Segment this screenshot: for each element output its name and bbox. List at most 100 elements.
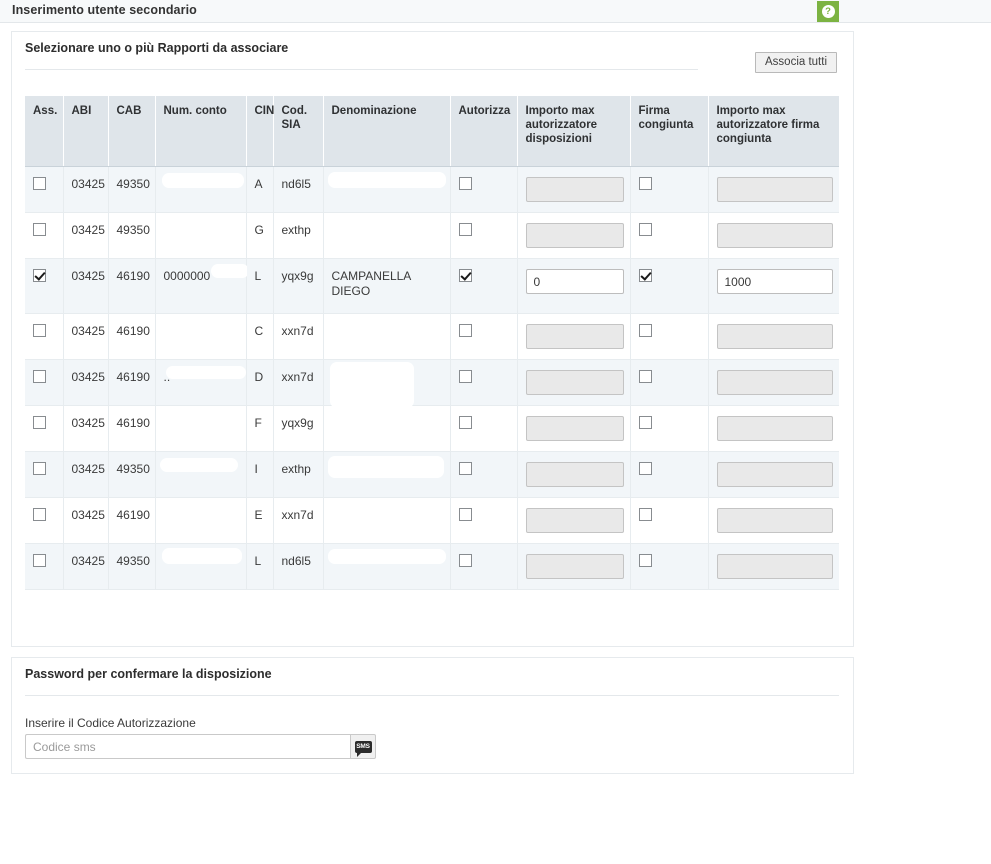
importo-max-input[interactable] xyxy=(525,508,624,533)
associa-checkbox[interactable] xyxy=(33,416,46,429)
cell-importo-max-firma xyxy=(708,359,839,406)
password-panel: Password per confermare la disposizione … xyxy=(11,657,854,774)
importo-max-input[interactable] xyxy=(525,324,624,349)
associa-checkbox[interactable] xyxy=(33,462,46,475)
column-header-autorizza: Autorizza xyxy=(450,96,518,167)
associa-tutti-button[interactable]: Associa tutti xyxy=(755,52,837,73)
cell-ass xyxy=(25,258,64,314)
cell-abi: 03425 xyxy=(63,212,109,259)
rapporti-panel: Selezionare uno o più Rapporti da associ… xyxy=(11,31,854,647)
cell-num-conto xyxy=(155,166,247,213)
cell-ass xyxy=(25,543,64,590)
importo-max-firma-input[interactable] xyxy=(716,269,833,294)
importo-max-firma-input[interactable] xyxy=(716,462,833,487)
cell-importo-max-firma xyxy=(708,212,839,259)
cell-cod-sia: xxn7d xyxy=(273,313,324,360)
help-question-icon[interactable]: ? xyxy=(817,1,839,22)
cell-importo-max xyxy=(517,497,631,544)
autorizza-checkbox[interactable] xyxy=(458,269,472,282)
cell-ass xyxy=(25,313,64,360)
cell-cod-sia: exthp xyxy=(273,212,324,259)
importo-max-input[interactable] xyxy=(525,177,624,202)
associa-checkbox[interactable] xyxy=(33,554,46,567)
cell-denominazione xyxy=(323,543,451,590)
cell-autorizza xyxy=(450,166,518,213)
cell-abi: 03425 xyxy=(63,258,109,314)
firma-congiunta-checkbox[interactable] xyxy=(638,462,652,475)
importo-max-firma-input[interactable] xyxy=(716,508,833,533)
cell-cod-sia: xxn7d xyxy=(273,497,324,544)
importo-max-input[interactable] xyxy=(525,269,624,294)
autorizza-checkbox[interactable] xyxy=(458,462,472,475)
associa-checkbox[interactable] xyxy=(33,269,46,282)
table-row: 03425 46190.. Dxxn7d xyxy=(25,359,839,408)
autorizza-checkbox[interactable] xyxy=(458,223,472,236)
cell-importo-max xyxy=(517,451,631,498)
column-header-importo-max-firma: Importo max autorizzatore firma congiunt… xyxy=(708,96,839,167)
cell-num-conto xyxy=(155,405,247,452)
firma-congiunta-checkbox[interactable] xyxy=(638,370,652,383)
cell-firma-congiunta xyxy=(630,359,709,406)
firma-congiunta-checkbox[interactable] xyxy=(638,177,652,190)
auth-code-input[interactable] xyxy=(25,734,350,759)
autorizza-checkbox[interactable] xyxy=(458,177,472,190)
cell-importo-max xyxy=(517,359,631,406)
cell-abi: 03425 xyxy=(63,359,109,406)
cell-autorizza xyxy=(450,405,518,452)
firma-congiunta-checkbox[interactable] xyxy=(638,554,652,567)
associa-checkbox[interactable] xyxy=(33,223,46,236)
cell-cab: 46190 xyxy=(108,497,156,544)
redaction-overlay xyxy=(210,264,249,278)
firma-congiunta-checkbox[interactable] xyxy=(638,416,652,429)
cell-importo-max xyxy=(517,405,631,452)
importo-max-input[interactable] xyxy=(525,370,624,395)
cell-cin: E xyxy=(246,497,274,544)
importo-max-firma-input[interactable] xyxy=(716,324,833,349)
autorizza-checkbox[interactable] xyxy=(458,554,472,567)
firma-congiunta-checkbox[interactable] xyxy=(638,324,652,337)
importo-max-firma-input[interactable] xyxy=(716,416,833,441)
importo-max-input[interactable] xyxy=(525,416,624,441)
importo-max-input[interactable] xyxy=(525,462,624,487)
associa-checkbox[interactable] xyxy=(33,508,46,521)
cell-num-conto xyxy=(155,313,247,360)
firma-congiunta-checkbox[interactable] xyxy=(638,508,652,521)
redaction-overlay xyxy=(329,362,414,408)
firma-congiunta-checkbox[interactable] xyxy=(638,223,652,236)
cell-ass xyxy=(25,497,64,544)
cell-num-conto: 0000000 xyxy=(155,258,249,314)
sms-bubble-icon[interactable]: SMS xyxy=(350,734,376,759)
cell-cin: L xyxy=(246,258,274,314)
importo-max-firma-input[interactable] xyxy=(716,370,833,395)
autorizza-checkbox[interactable] xyxy=(458,416,472,429)
autorizza-checkbox[interactable] xyxy=(458,508,472,521)
importo-max-firma-input[interactable] xyxy=(716,554,833,579)
table-row: 03425 46190 Exxn7d xyxy=(25,497,839,544)
cell-importo-max-firma xyxy=(708,451,839,498)
cell-denominazione xyxy=(323,451,451,498)
column-header-importo-max: Importo max autorizzatore disposizioni xyxy=(517,96,631,167)
firma-congiunta-checkbox[interactable] xyxy=(638,269,652,282)
cell-denominazione: CAMPANELLA DIEGO xyxy=(323,258,451,314)
cell-autorizza xyxy=(450,212,518,259)
column-header-cab: CAB xyxy=(108,96,156,167)
associa-checkbox[interactable] xyxy=(33,370,46,383)
cell-abi: 03425 xyxy=(63,313,109,360)
autorizza-checkbox[interactable] xyxy=(458,370,472,383)
associa-checkbox[interactable] xyxy=(33,324,46,337)
auth-code-label: Inserire il Codice Autorizzazione xyxy=(25,716,196,730)
autorizza-checkbox[interactable] xyxy=(458,324,472,337)
associa-checkbox[interactable] xyxy=(33,177,46,190)
cell-importo-max-firma xyxy=(708,258,839,314)
importo-max-input[interactable] xyxy=(525,554,624,579)
importo-max-firma-input[interactable] xyxy=(716,223,833,248)
importo-max-firma-input[interactable] xyxy=(716,177,833,202)
cell-cab: 49350 xyxy=(108,212,156,259)
importo-max-input[interactable] xyxy=(525,223,624,248)
cell-importo-max xyxy=(517,258,631,314)
redaction-overlay xyxy=(327,549,446,564)
cell-importo-max xyxy=(517,166,631,213)
cell-autorizza xyxy=(450,543,518,590)
rapporti-heading-divider xyxy=(25,69,698,70)
column-header-ass: Ass. xyxy=(25,96,64,167)
